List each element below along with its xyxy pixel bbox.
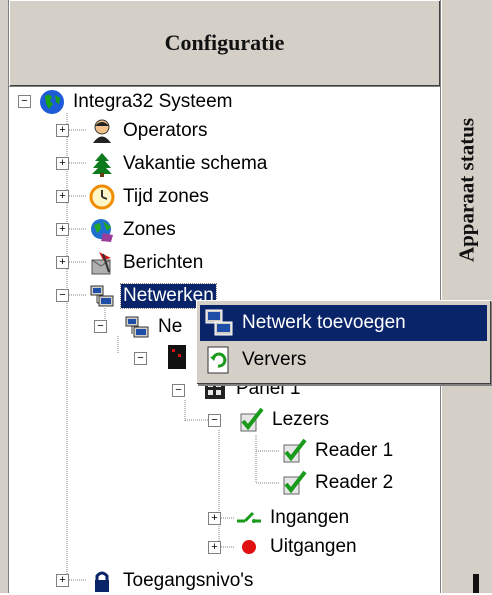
tree-item-ingangen[interactable]: Ingangen bbox=[236, 504, 351, 532]
network-icon bbox=[90, 285, 114, 307]
netwerk-collapse-toggle[interactable]: − bbox=[94, 320, 107, 333]
zones-expand-toggle[interactable]: + bbox=[56, 223, 69, 236]
tree-label-netwerk: Ne bbox=[158, 316, 183, 337]
status-panel-marker bbox=[473, 574, 479, 593]
globe-icon bbox=[40, 90, 64, 114]
uitgangen-expand-toggle[interactable]: + bbox=[208, 541, 221, 554]
tree-item-zones[interactable]: Zones bbox=[89, 216, 178, 244]
menu-item-add-network[interactable]: Netwerk toevoegen bbox=[200, 305, 487, 341]
tree-item-vakantie[interactable]: Vakantie schema bbox=[89, 150, 269, 178]
tree-item-reader-2[interactable]: Reader 2 bbox=[281, 469, 395, 497]
tree-item-lezers[interactable]: Lezers bbox=[238, 406, 331, 434]
add-network-icon bbox=[205, 309, 233, 336]
tree-label-operators: Operators bbox=[123, 120, 208, 141]
tree-item-root[interactable]: Integra32 Systeem bbox=[39, 88, 234, 116]
tree-label-vakantie: Vakantie schema bbox=[123, 153, 268, 174]
tree-label-reader-1: Reader 1 bbox=[315, 440, 394, 461]
tree-label-root: Integra32 Systeem bbox=[73, 91, 233, 112]
vakantie-expand-toggle[interactable]: + bbox=[56, 157, 69, 170]
tree-item-reader-1[interactable]: Reader 1 bbox=[281, 437, 395, 465]
tree-item-device[interactable] bbox=[164, 343, 196, 371]
netwerken-collapse-toggle[interactable]: − bbox=[56, 289, 69, 302]
device-collapse-toggle[interactable]: − bbox=[134, 352, 147, 365]
menu-label-refresh: Ververs bbox=[242, 349, 307, 370]
tree-label-lezers: Lezers bbox=[272, 409, 330, 430]
zones-icon bbox=[91, 219, 113, 242]
panel-collapse-toggle[interactable]: − bbox=[172, 384, 185, 397]
tree-item-operators[interactable]: Operators bbox=[89, 117, 209, 145]
menu-label-add-network: Netwerk toevoegen bbox=[242, 312, 406, 333]
clock-icon bbox=[89, 184, 115, 210]
tree-item-tijdzones[interactable]: Tijd zones bbox=[89, 183, 211, 211]
tijdzones-expand-toggle[interactable]: + bbox=[56, 190, 69, 203]
messages-icon bbox=[91, 252, 111, 275]
lock-icon bbox=[95, 571, 109, 592]
toegang-expand-toggle[interactable]: + bbox=[56, 574, 69, 587]
tree-label-toegang: Toegangsnivo's bbox=[123, 570, 254, 591]
lezers-collapse-toggle[interactable]: − bbox=[208, 414, 221, 427]
tree-label-uitgangen: Uitgangen bbox=[270, 536, 357, 557]
tree-label-reader-2: Reader 2 bbox=[315, 472, 394, 493]
operators-expand-toggle[interactable]: + bbox=[56, 124, 69, 137]
tree-label-tijdzones: Tijd zones bbox=[123, 186, 209, 207]
tree-label-berichten: Berichten bbox=[123, 252, 204, 273]
tree-holiday-icon bbox=[92, 153, 112, 177]
device-status-title: Apparaat status bbox=[454, 117, 479, 263]
tree-item-netwerk[interactable]: Ne bbox=[124, 313, 184, 341]
tree-item-toegang[interactable]: Toegangsnivo's bbox=[89, 567, 255, 595]
tree-label-zones: Zones bbox=[123, 219, 176, 240]
berichten-expand-toggle[interactable]: + bbox=[56, 256, 69, 269]
input-switch-icon bbox=[237, 511, 261, 523]
ingangen-expand-toggle[interactable]: + bbox=[208, 512, 221, 525]
tree-item-berichten[interactable]: Berichten bbox=[89, 249, 205, 277]
network-icon bbox=[125, 316, 149, 338]
context-menu: Netwerk toevoegen Ververs bbox=[196, 300, 491, 384]
menu-item-refresh[interactable]: Ververs bbox=[200, 342, 487, 378]
root-collapse-toggle[interactable]: − bbox=[18, 95, 31, 108]
checkmark-icon bbox=[283, 470, 307, 495]
refresh-icon bbox=[207, 346, 229, 374]
controller-icon bbox=[168, 345, 186, 369]
operator-icon bbox=[93, 119, 111, 143]
tree-label-ingangen: Ingangen bbox=[270, 507, 350, 528]
output-dot-icon bbox=[242, 540, 256, 554]
checkmark-icon bbox=[283, 438, 307, 463]
device-status-header[interactable]: Apparaat status bbox=[443, 0, 492, 593]
checkmark-icon bbox=[240, 407, 264, 432]
tree-item-uitgangen[interactable]: Uitgangen bbox=[236, 533, 359, 561]
